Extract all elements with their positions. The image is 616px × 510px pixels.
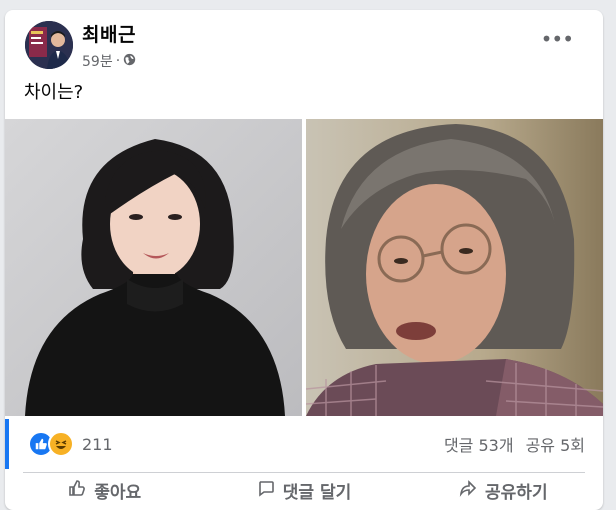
post-text: 차이는? — [24, 82, 84, 103]
globe-icon[interactable] — [123, 53, 136, 70]
actions-divider — [23, 472, 585, 473]
post-card: 최배근 59분 · ••• 차이는? 211 댓글 53개 공유 5회 좋아요 … — [5, 10, 603, 510]
post-photo-right[interactable] — [306, 119, 603, 416]
reaction-count: 211 — [82, 434, 113, 454]
comment-button[interactable]: 댓글 달기 — [204, 478, 403, 503]
share-button[interactable]: 공유하기 — [404, 478, 603, 503]
engagement-stats: 댓글 53개 공유 5회 — [444, 432, 585, 456]
more-options-icon[interactable]: ••• — [541, 29, 574, 49]
share-count[interactable]: 공유 5회 — [526, 432, 585, 456]
reactions-summary[interactable]: 211 — [28, 431, 113, 457]
thumbs-up-icon — [68, 479, 86, 502]
action-bar: 좋아요 댓글 달기 공유하기 — [5, 478, 603, 503]
meta-separator: · — [115, 53, 121, 69]
like-button[interactable]: 좋아요 — [5, 478, 204, 503]
comment-label: 댓글 달기 — [282, 483, 352, 503]
share-label: 공유하기 — [485, 483, 548, 503]
author-avatar[interactable] — [25, 21, 73, 69]
share-icon — [459, 479, 477, 502]
author-name[interactable]: 최배근 — [82, 20, 136, 47]
comment-icon — [257, 479, 275, 502]
post-timestamp[interactable]: 59분 — [82, 51, 113, 71]
comment-count[interactable]: 댓글 53개 — [444, 432, 514, 456]
accent-bar — [5, 419, 9, 469]
haha-icon — [48, 431, 74, 457]
post-meta: 59분 · — [82, 51, 136, 71]
like-label: 좋아요 — [94, 483, 142, 503]
post-photo-left[interactable] — [5, 119, 302, 416]
